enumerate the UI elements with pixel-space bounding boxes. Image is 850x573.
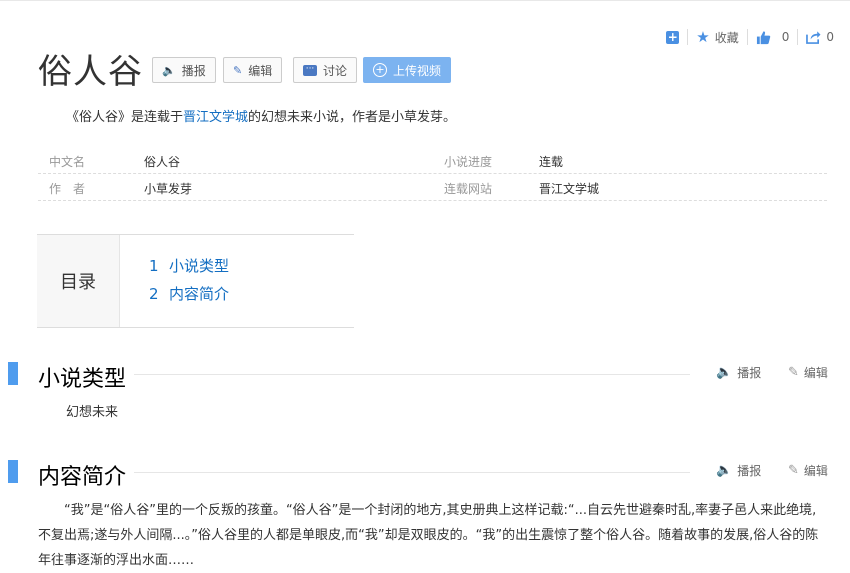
favorite-button[interactable]: ★ 收藏: [688, 28, 746, 46]
plus-square-icon: +: [666, 29, 680, 44]
info-row: 作 者 小草发芽 连载网站 晋江文学城: [38, 174, 827, 201]
info-value: 晋江文学城: [539, 182, 600, 196]
toc-label: 目录: [37, 235, 120, 327]
intro-suffix: 的幻想未来小说，作者是小草发芽。: [248, 110, 457, 125]
section-broadcast-button[interactable]: 🔈 播报: [716, 364, 761, 381]
info-row: 中文名 俗人谷 小说进度 连载: [38, 147, 827, 174]
section-body: 幻想未来: [66, 405, 119, 420]
toc-item-label: 内容简介: [169, 285, 230, 303]
upload-video-button[interactable]: + 上传视频: [363, 57, 452, 83]
broadcast-label: 播报: [181, 63, 206, 78]
section-title: 内容简介: [38, 465, 127, 490]
info-key: 连载网站: [444, 182, 493, 196]
toc-item-label: 小说类型: [169, 257, 230, 275]
pencil-icon: ✎: [233, 63, 243, 77]
section-edit-button[interactable]: ✎ 编辑: [788, 364, 828, 381]
intro-text: 《俗人谷》是连载于晋江文学城的幻想未来小说，作者是小草发芽。: [66, 106, 456, 125]
info-value: 连载: [539, 155, 564, 169]
section-divider: [134, 472, 690, 473]
speaker-icon: 🔈: [716, 365, 733, 380]
section-edit-label: 编辑: [803, 366, 828, 380]
info-key: 中文名: [49, 155, 86, 169]
edit-label: 编辑: [248, 63, 273, 78]
section-title: 小说类型: [38, 367, 127, 392]
speaker-icon: 🔈: [716, 463, 733, 478]
chat-icon: ···: [303, 64, 317, 76]
thumbs-up-icon: [756, 30, 770, 44]
share-icon: [806, 31, 821, 44]
discuss-button[interactable]: ··· 讨论: [293, 57, 358, 83]
info-value: 俗人谷: [144, 155, 181, 169]
add-button[interactable]: +: [658, 28, 687, 46]
basic-info-table: 中文名 俗人谷 小说进度 连载 作 者 小草发芽 连载网站 晋江文学城: [38, 147, 827, 201]
intro-link[interactable]: 晋江文学城: [183, 110, 248, 125]
toc-item-number: 1: [149, 257, 159, 275]
speaker-icon: 🔈: [162, 63, 176, 77]
toc-item-number: 2: [149, 285, 159, 303]
like-count: 0: [781, 30, 790, 44]
share-count: 0: [826, 30, 834, 44]
like-button[interactable]: 0: [748, 28, 798, 46]
star-icon: ★: [696, 28, 710, 46]
discuss-label: 讨论: [323, 63, 348, 78]
section-body: “我”是“俗人谷”里的一个反叛的孩童。“俗人谷”是一个封闭的地方,其史册典上这样…: [38, 503, 819, 568]
info-key: 小说进度: [444, 155, 493, 169]
section-edit-label: 编辑: [803, 464, 828, 478]
share-button[interactable]: 0: [798, 28, 842, 46]
info-key: 作 者: [49, 182, 86, 196]
top-border: [0, 0, 850, 1]
info-value: 小草发芽: [144, 182, 193, 196]
section-broadcast-label: 播报: [737, 464, 762, 478]
table-of-contents: 目录 1 小说类型 2 内容简介: [37, 234, 354, 328]
pencil-icon: ✎: [788, 365, 799, 380]
plus-circle-icon: +: [373, 63, 387, 77]
edit-button[interactable]: ✎ 编辑: [223, 57, 283, 83]
top-actions: + ★ 收藏 0 0: [658, 28, 842, 46]
broadcast-button[interactable]: 🔈 播报: [152, 57, 216, 83]
section-broadcast-button[interactable]: 🔈 播报: [716, 462, 761, 479]
section-marker: [8, 362, 18, 385]
intro-prefix: 《俗人谷》是连载于: [66, 110, 184, 125]
section-edit-button[interactable]: ✎ 编辑: [788, 462, 828, 479]
toc-item[interactable]: 1 小说类型: [149, 255, 229, 276]
page-title: 俗人谷: [38, 52, 143, 92]
toc-item[interactable]: 2 内容简介: [149, 283, 229, 304]
upload-video-label: 上传视频: [393, 63, 442, 78]
favorite-label: 收藏: [714, 30, 739, 45]
pencil-icon: ✎: [788, 463, 799, 478]
section-broadcast-label: 播报: [737, 366, 762, 380]
section-marker: [8, 460, 18, 483]
section-divider: [134, 374, 690, 375]
